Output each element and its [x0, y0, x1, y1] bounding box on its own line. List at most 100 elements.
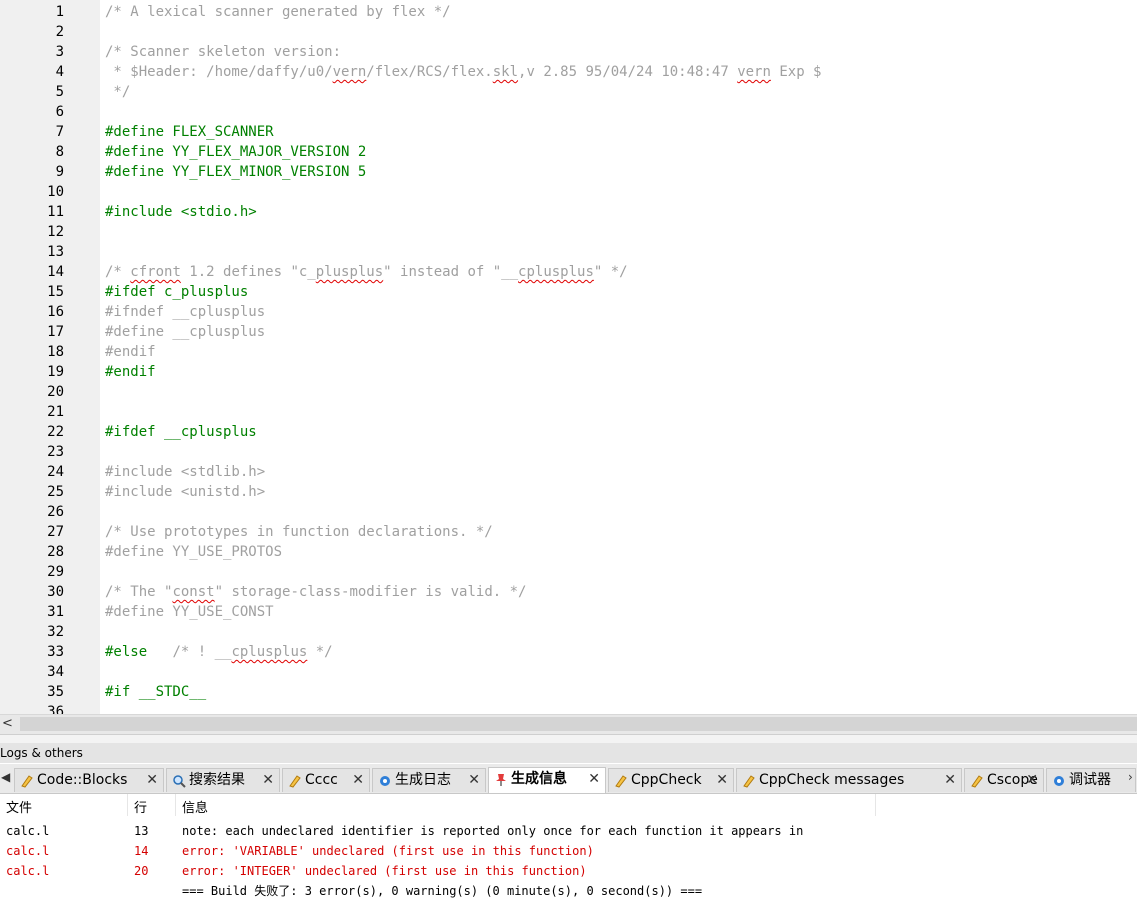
code-line[interactable]: */: [105, 82, 130, 102]
code-line[interactable]: #define FLEX_SCANNER: [105, 122, 274, 142]
code-token: */: [105, 84, 131, 100]
code-line[interactable]: #define YY_USE_PROTOS: [105, 542, 282, 562]
message-file: calc.l: [6, 844, 50, 858]
gear-icon: [378, 773, 392, 787]
code-line[interactable]: #if __STDC__: [105, 682, 206, 702]
code-token: ,v 2.85 95/04/24 10:48:47: [518, 64, 738, 80]
code-token: */: [307, 644, 333, 660]
message-line: 13: [134, 824, 149, 838]
code-line[interactable]: #ifdef __cplusplus: [105, 422, 257, 442]
code-line[interactable]: #else /* ! __cplusplus */: [105, 642, 333, 662]
column-header-file[interactable]: 文件: [6, 797, 32, 816]
message-text: note: each undeclared identifier is repo…: [182, 824, 804, 838]
code-token: /*: [105, 264, 131, 280]
build-message-row[interactable]: === Build 失败了: 3 error(s), 0 warning(s) …: [0, 881, 1137, 901]
build-messages-list: 文件 行 信息 calc.l 13 note: each undeclared id…: [0, 794, 1137, 908]
close-tab-icon[interactable]: ✕: [262, 769, 274, 791]
line-number: 14: [47, 264, 64, 280]
close-tab-icon[interactable]: ✕: [146, 769, 158, 791]
column-divider[interactable]: [175, 794, 176, 816]
code-line[interactable]: #include <stdio.h>: [105, 202, 257, 222]
code-token: #define YY_USE_PROTOS: [105, 544, 283, 560]
tabs-scroll-right-icon[interactable]: ›: [1128, 770, 1133, 784]
panel-splitter[interactable]: [0, 734, 1137, 743]
code-line[interactable]: #ifdef c_plusplus: [105, 282, 248, 302]
logs-panel-title-text: Logs & others: [0, 746, 83, 760]
tab-6[interactable]: CppCheck ✕: [608, 768, 734, 792]
close-tab-icon[interactable]: ✕: [352, 769, 364, 791]
code-line[interactable]: #define __cplusplus: [105, 322, 265, 342]
line-number: 7: [55, 124, 64, 140]
tab-1[interactable]: Code::Blocks ✕: [14, 768, 164, 792]
code-line[interactable]: #include <stdlib.h>: [105, 462, 265, 482]
code-line[interactable]: #ifndef __cplusplus: [105, 302, 265, 322]
scroll-left-arrow-icon[interactable]: <: [2, 716, 13, 731]
tab-5[interactable]: 生成信息 ✕: [488, 767, 606, 793]
tab-8[interactable]: Cscope ✕: [964, 768, 1044, 792]
code-token: #define YY_FLEX_MAJOR_VERSION 2: [105, 144, 367, 160]
tab-3[interactable]: Cccc ✕: [282, 768, 370, 792]
spellcheck-token: const: [172, 584, 215, 600]
line-number: 32: [47, 624, 64, 640]
spellcheck-token: cplusplus: [231, 644, 308, 660]
tab-label: 搜索结果: [189, 772, 245, 788]
line-number: 21: [47, 404, 64, 420]
line-number: 13: [47, 244, 64, 260]
line-number: 25: [47, 484, 64, 500]
code-token: * $Header: /home/daffy/u0/: [105, 64, 333, 80]
code-line[interactable]: /* Use prototypes in function declaratio…: [105, 522, 493, 542]
line-number: 23: [47, 444, 64, 460]
column-divider[interactable]: [127, 794, 128, 816]
code-line[interactable]: #include <unistd.h>: [105, 482, 265, 502]
column-header-line[interactable]: 行: [134, 797, 147, 816]
code-line[interactable]: /* A lexical scanner generated by flex *…: [105, 2, 451, 22]
code-token: #ifdef __cplusplus: [105, 424, 257, 440]
tab-9[interactable]: 调试器: [1046, 768, 1136, 792]
line-number: 11: [47, 204, 64, 220]
line-number: 31: [47, 604, 64, 620]
close-tab-icon[interactable]: ✕: [468, 769, 480, 791]
spellcheck-token: vern: [737, 64, 771, 80]
column-header-message[interactable]: 信息: [182, 797, 208, 816]
line-number: 2: [55, 24, 64, 40]
code-line[interactable]: #endif: [105, 342, 156, 362]
line-number: 1: [55, 4, 64, 20]
message-text: error: 'VARIABLE' undeclared (first use …: [182, 844, 594, 858]
line-number: 3: [55, 44, 64, 60]
tabs-scroll-left-icon[interactable]: ◀: [1, 770, 10, 784]
code-line[interactable]: /* The "const" storage-class-modifier is…: [105, 582, 526, 602]
column-divider[interactable]: [875, 794, 876, 816]
close-tab-icon[interactable]: ✕: [1026, 769, 1038, 791]
line-number: 6: [55, 104, 64, 120]
line-number: 19: [47, 364, 64, 380]
code-token: /* ! __: [147, 644, 232, 660]
build-message-row[interactable]: calc.l 13 note: each undeclared identifier…: [0, 821, 1137, 841]
code-line[interactable]: #endif: [105, 362, 156, 382]
close-tab-icon[interactable]: ✕: [588, 768, 600, 790]
code-line[interactable]: #define YY_FLEX_MAJOR_VERSION 2: [105, 142, 366, 162]
close-tab-icon[interactable]: ✕: [716, 769, 728, 791]
pencil-icon: [970, 773, 984, 788]
close-tab-icon[interactable]: ✕: [944, 769, 956, 791]
code-editor[interactable]: 1 2 3 4 5 6 7 8 9 10 11 12 13 14 15 16 17 18 19 20 21 22 23 24 2…: [0, 0, 1137, 714]
code-token: #if __STDC__: [105, 684, 207, 700]
code-line[interactable]: /* cfront 1.2 defines "c_plusplus" inste…: [105, 262, 628, 282]
code-token: " */: [593, 264, 628, 280]
line-number: 20: [47, 384, 64, 400]
tab-4[interactable]: 生成日志 ✕: [372, 768, 486, 792]
line-number: 33: [47, 644, 64, 660]
build-message-row[interactable]: calc.l 20 error: 'INTEGER' undeclared (fir…: [0, 861, 1137, 881]
tab-2[interactable]: 搜索结果 ✕: [166, 768, 280, 792]
horizontal-scrollbar[interactable]: <: [0, 714, 1137, 734]
code-line[interactable]: /* Scanner skeleton version:: [105, 42, 341, 62]
tab-7[interactable]: CppCheck messages ✕: [736, 768, 962, 792]
code-token: #define __cplusplus: [105, 324, 266, 340]
build-message-row[interactable]: calc.l 14 error: 'VARIABLE' undeclared (fi…: [0, 841, 1137, 861]
scrollbar-thumb[interactable]: [20, 717, 1137, 731]
search-icon: [172, 773, 186, 788]
code-line[interactable]: * $Header: /home/daffy/u0/vern/flex/RCS/…: [105, 62, 821, 82]
pencil-icon: [288, 773, 302, 788]
code-line[interactable]: #define YY_USE_CONST: [105, 602, 274, 622]
pencil-icon: [742, 773, 756, 788]
code-line[interactable]: #define YY_FLEX_MINOR_VERSION 5: [105, 162, 366, 182]
